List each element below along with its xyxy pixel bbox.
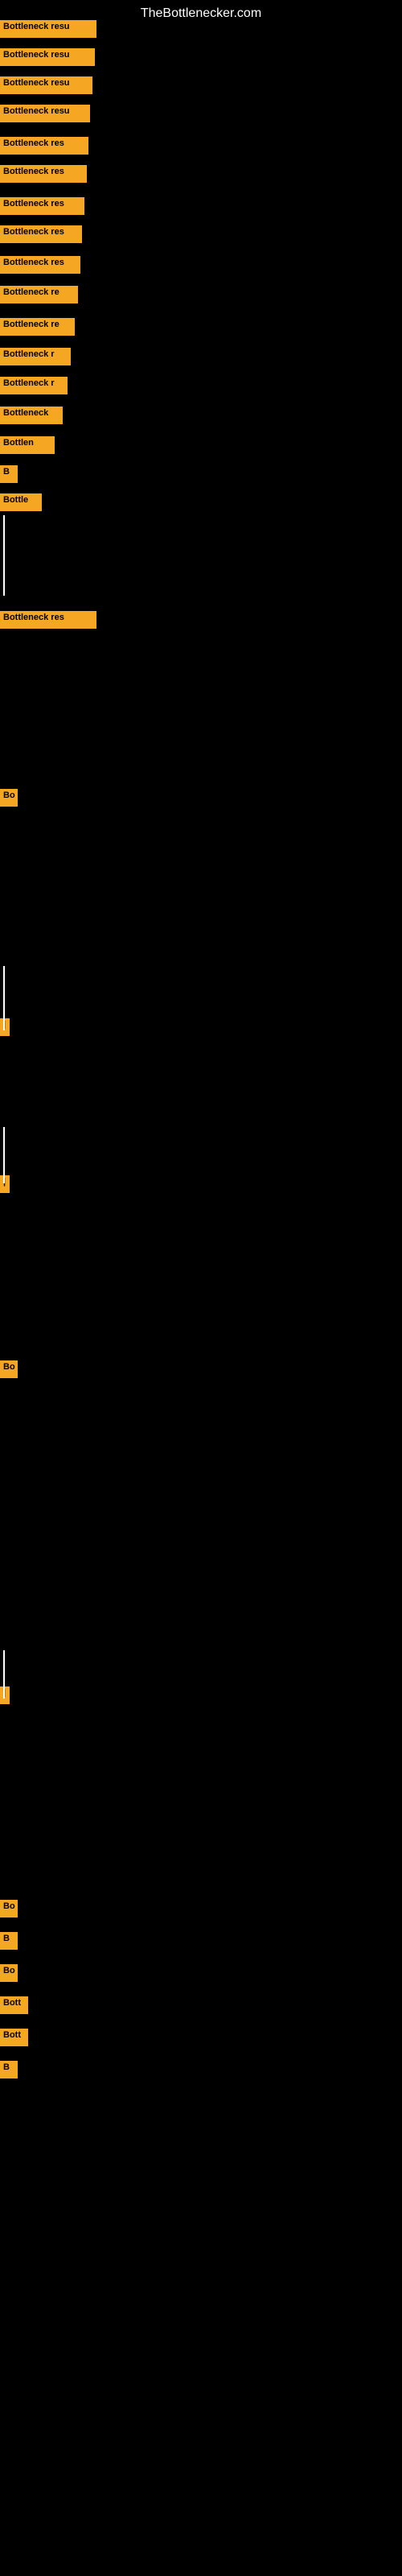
bottleneck-item-22: Bo bbox=[0, 1360, 18, 1378]
bottleneck-item-19: Bo bbox=[0, 789, 18, 807]
bottleneck-item-28: Bott bbox=[0, 2029, 28, 2046]
bottleneck-item-14: Bottleneck bbox=[0, 407, 63, 424]
bottleneck-item-5: Bottleneck res bbox=[0, 137, 88, 155]
vertical-line-3 bbox=[3, 1650, 5, 1699]
vertical-line-2 bbox=[3, 1127, 5, 1183]
bottleneck-item-25: B bbox=[0, 1932, 18, 1950]
bottleneck-item-11: Bottleneck re bbox=[0, 318, 75, 336]
bottleneck-item-10: Bottleneck re bbox=[0, 286, 78, 303]
vertical-line-1 bbox=[3, 966, 5, 1030]
bottleneck-item-7: Bottleneck res bbox=[0, 197, 84, 215]
bottleneck-item-16: B bbox=[0, 465, 18, 483]
bottleneck-item-3: Bottleneck resu bbox=[0, 76, 92, 94]
bottleneck-item-6: Bottleneck res bbox=[0, 165, 87, 183]
bottleneck-item-21: | bbox=[0, 1175, 10, 1193]
bottleneck-item-4: Bottleneck resu bbox=[0, 105, 90, 122]
bottleneck-item-23: | bbox=[0, 1686, 10, 1704]
bottleneck-item-13: Bottleneck r bbox=[0, 377, 68, 394]
bottleneck-item-29: B bbox=[0, 2061, 18, 2079]
bottleneck-item-2: Bottleneck resu bbox=[0, 48, 95, 66]
bottleneck-item-8: Bottleneck res bbox=[0, 225, 82, 243]
bottleneck-item-15: Bottlen bbox=[0, 436, 55, 454]
bottleneck-item-18: Bottleneck res bbox=[0, 611, 96, 629]
bottleneck-item-12: Bottleneck r bbox=[0, 348, 71, 365]
bottleneck-item-1: Bottleneck resu bbox=[0, 20, 96, 38]
bottleneck-item-9: Bottleneck res bbox=[0, 256, 80, 274]
bottleneck-item-27: Bott bbox=[0, 1996, 28, 2014]
vertical-line-0 bbox=[3, 515, 5, 596]
bottleneck-item-26: Bo bbox=[0, 1964, 18, 1982]
bottleneck-item-20: | bbox=[0, 1018, 10, 1036]
bottleneck-item-17: Bottle bbox=[0, 493, 42, 511]
bottleneck-item-24: Bo bbox=[0, 1900, 18, 1918]
